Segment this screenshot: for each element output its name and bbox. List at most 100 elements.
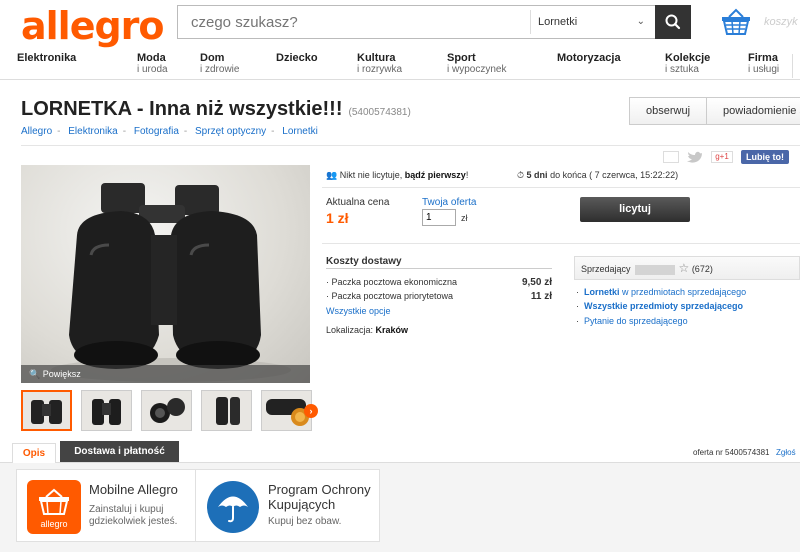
bid-button[interactable]: licytuj: [580, 197, 690, 222]
offer-number: oferta nr 5400574381: [693, 448, 770, 457]
bullet: ·: [576, 316, 579, 326]
category-select-value: Lornetki: [538, 16, 578, 28]
facebook-like-button[interactable]: Lubię to!: [741, 150, 789, 164]
link-bold: Wszystkie przedmioty sprzedającego: [584, 301, 744, 311]
bids-prefix: Nikt nie licytuje,: [339, 170, 403, 180]
location-value: Kraków: [375, 325, 409, 335]
link-rest: Pytanie do sprzedającego: [584, 316, 688, 326]
mobile-app-icon: allegro: [27, 480, 81, 534]
binoculars-thumbnail: [216, 397, 240, 425]
promo-line: Kupuj bez obaw.: [268, 516, 342, 527]
seller-link-question[interactable]: · Pytanie do sprzedającego: [576, 316, 688, 326]
nav-item-kolekcje[interactable]: Kolekcje i sztuka: [665, 52, 710, 75]
nav-item-sub: i uroda: [137, 64, 168, 75]
seller-name-redacted: [634, 264, 675, 275]
basket-icon: [722, 8, 750, 35]
divider: [322, 187, 800, 188]
breadcrumb-link[interactable]: Allegro: [21, 126, 52, 137]
bidders-icon: 👥: [326, 170, 338, 180]
mobile-app-icon-text: allegro: [40, 519, 67, 529]
cart-button[interactable]: [720, 8, 752, 36]
nav-item-motoryzacja[interactable]: Motoryzacja: [557, 52, 621, 65]
thumbnail[interactable]: [81, 390, 132, 431]
your-offer-label[interactable]: Twoja oferta: [422, 197, 476, 208]
next-thumbnails-button[interactable]: ›: [304, 404, 318, 418]
breadcrumb-link[interactable]: Sprzęt optyczny: [195, 126, 266, 137]
binoculars-thumbnail: [92, 399, 121, 425]
binoculars-thumbnail: [31, 400, 62, 424]
product-image[interactable]: 🔍 Powiększ: [21, 165, 310, 383]
search-button[interactable]: [655, 5, 691, 39]
bids-suffix: !: [465, 170, 469, 180]
allegro-logo[interactable]: allegro: [21, 4, 165, 48]
shipping-row: · Paczka pocztowa ekonomiczna 9,50 zł: [326, 277, 552, 288]
shipping-price: 11 zł: [530, 291, 552, 302]
nav-item-firma[interactable]: Firma i usługi: [748, 52, 779, 75]
shipping-name: Paczka pocztowa ekonomiczna: [331, 277, 458, 287]
tab-description[interactable]: Opis: [12, 443, 56, 464]
zoom-bar[interactable]: 🔍 Powiększ: [21, 365, 310, 383]
breadcrumb-link[interactable]: Lornetki: [282, 126, 318, 137]
nav-divider: [792, 54, 793, 78]
binoculars-thumbnail: [150, 398, 185, 423]
cart-label[interactable]: koszyk: [764, 16, 798, 28]
chevron-down-icon: ⌄: [636, 16, 645, 27]
divider: [326, 268, 552, 269]
category-nav: Elektronika Moda i uroda Dom i zdrowie Dzi…: [0, 52, 800, 80]
nav-item-moda[interactable]: Moda i uroda: [137, 52, 168, 75]
promo-title: Program Ochrony Kupujących: [268, 482, 371, 512]
thumbnail-strip: [21, 390, 312, 431]
magnifier-icon: 🔍: [29, 369, 41, 379]
category-select[interactable]: Lornetki ⌄: [530, 10, 655, 34]
thumbnail[interactable]: [201, 390, 252, 431]
shipping-name: Paczka pocztowa priorytetowa: [331, 291, 454, 301]
email-share-icon[interactable]: [663, 151, 679, 163]
thumbnail[interactable]: [21, 390, 72, 431]
seller-link-all-items[interactable]: · Wszystkie przedmioty sprzedającego: [576, 301, 743, 311]
promo-mobile-allegro[interactable]: allegro Mobilne Allegro Zainstaluj i kup…: [16, 469, 201, 542]
seller-rating[interactable]: (672): [692, 264, 713, 274]
time-left-rest: do końca ( 7 czerwca, 15:22:22): [550, 170, 679, 180]
bid-amount-input[interactable]: [422, 209, 456, 226]
social-share: g+1 Lubię to!: [663, 150, 789, 164]
shipping-title: Koszty dostawy: [326, 256, 402, 267]
promo-line: Zainstaluj i kupuj: [89, 504, 164, 515]
zoom-label: Powiększ: [42, 369, 81, 379]
bullet: ·: [576, 301, 579, 311]
search-input[interactable]: [178, 6, 530, 38]
tab-delivery-payment[interactable]: Dostawa i płatność: [60, 441, 179, 462]
location: Lokalizacja: Kraków: [326, 325, 408, 335]
google-plus-icon[interactable]: g+1: [711, 151, 733, 163]
nav-item-dom[interactable]: Dom i zdrowie: [200, 52, 239, 75]
twitter-icon[interactable]: [687, 151, 703, 163]
location-label: Lokalizacja:: [326, 325, 374, 335]
nav-item-sub: i zdrowie: [200, 64, 240, 75]
watch-button[interactable]: obserwuj: [630, 98, 708, 124]
current-price: 1 zł: [326, 210, 349, 226]
all-shipping-options-link[interactable]: Wszystkie opcje: [326, 306, 391, 316]
nav-item-sub: i rozrywka: [357, 64, 403, 75]
offer-title: LORNETKA - Inna niż wszystkie!!! (5400574…: [21, 98, 411, 121]
bids-bold: bądź pierwszy: [404, 170, 466, 180]
divider: [322, 243, 800, 244]
promo-title: Mobilne Allegro: [89, 482, 178, 497]
seller-box: Sprzedający ☆ (672): [574, 256, 800, 280]
thumbnail[interactable]: [141, 390, 192, 431]
breadcrumb-link[interactable]: Elektronika: [68, 126, 117, 137]
promo-buyer-protection[interactable]: Program Ochrony Kupujących Kupuj bez oba…: [195, 469, 380, 542]
shipping-row: · Paczka pocztowa priorytetowa 11 zł: [326, 291, 552, 302]
nav-item-dziecko[interactable]: Dziecko: [276, 52, 318, 65]
seller-link-lornetki[interactable]: · Lornetki w przedmiotach sprzedającego: [576, 287, 746, 297]
price-label: Aktualna cena: [326, 197, 390, 208]
report-link[interactable]: Zgłoś: [776, 448, 796, 457]
search-bar: Lornetki ⌄: [177, 5, 691, 39]
nav-item-elektronika[interactable]: Elektronika: [17, 52, 76, 65]
like-label: Lubię to!: [746, 152, 784, 162]
shipping-price: 9,50 zł: [521, 277, 552, 288]
link-rest: w przedmiotach sprzedającego: [619, 287, 747, 297]
breadcrumb-link[interactable]: Fotografia: [134, 126, 179, 137]
sms-notify-button[interactable]: powiadomienie sms: [707, 98, 800, 124]
nav-item-sport[interactable]: Sport i wypoczynek: [447, 52, 506, 75]
nav-item-kultura[interactable]: Kultura i rozrywka: [357, 52, 402, 75]
time-left-days: 5 dni: [526, 170, 548, 180]
